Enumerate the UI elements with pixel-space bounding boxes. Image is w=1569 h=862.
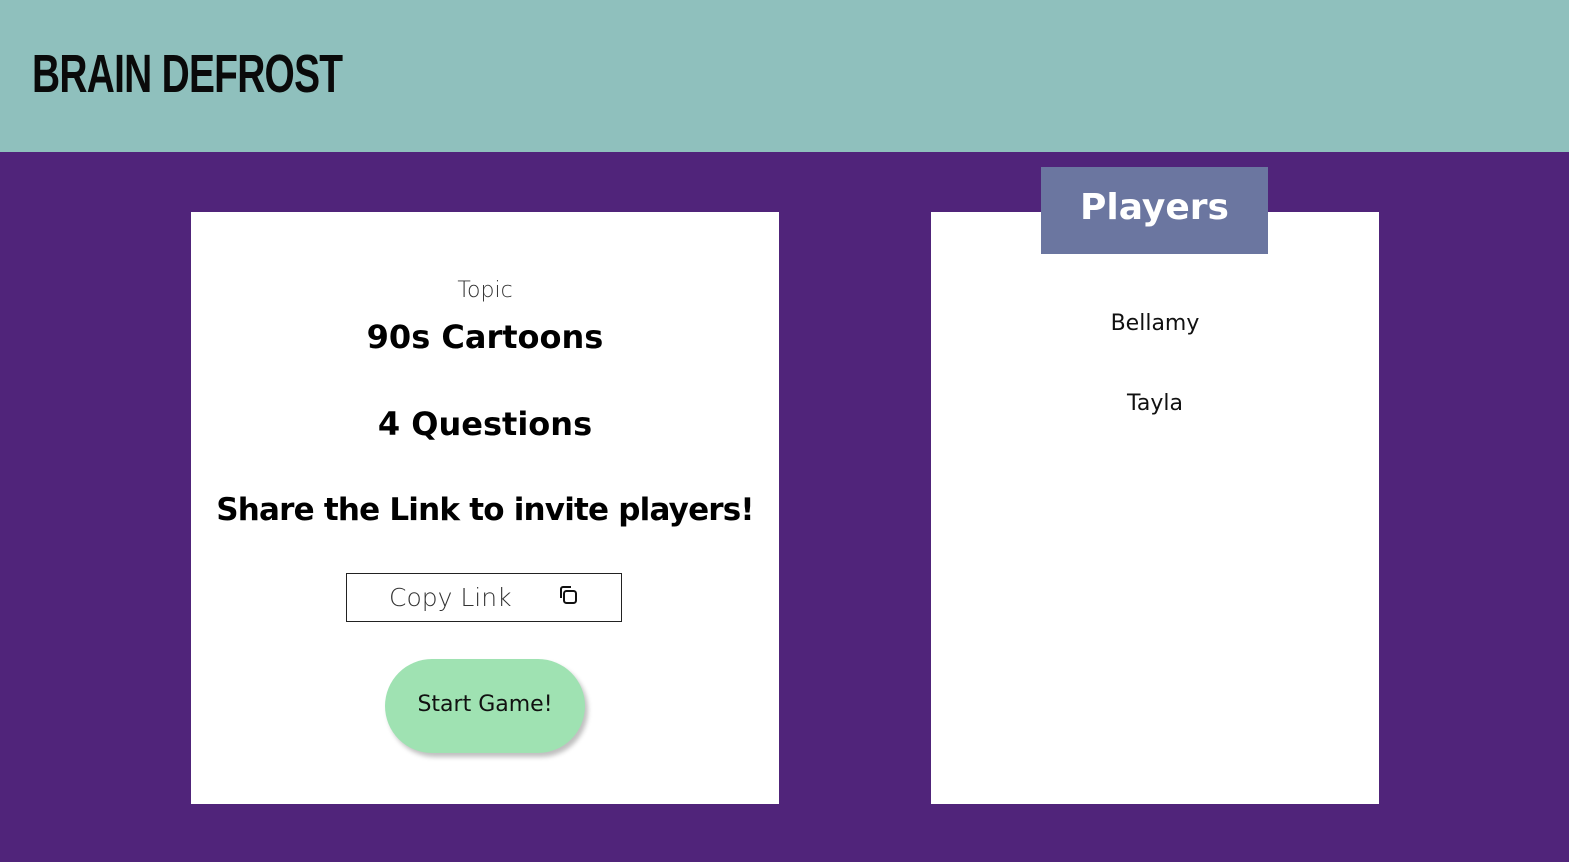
- start-game-button[interactable]: Start Game!: [385, 659, 585, 753]
- app-title: BRAIN DEFROST: [32, 44, 343, 104]
- lobby-card: Topic 90s Cartoons 4 Questions Share the…: [191, 212, 779, 804]
- players-title: Players: [1080, 187, 1229, 228]
- copy-icon: [560, 586, 577, 604]
- invite-text: Share the Link to invite players!: [216, 492, 754, 528]
- question-count: 4 Questions: [377, 405, 593, 443]
- copy-link-button[interactable]: Copy Link: [346, 573, 622, 622]
- player-item: Bellamy: [1110, 311, 1200, 336]
- topic-name: 90s Cartoons: [366, 318, 604, 356]
- player-item: Tayla: [1127, 391, 1183, 416]
- players-header: Players: [1041, 167, 1268, 254]
- start-game-label: Start Game!: [417, 692, 553, 717]
- app-header: BRAIN DEFROST: [0, 0, 1569, 152]
- copy-link-label: Copy Link: [389, 583, 512, 612]
- topic-label: Topic: [457, 278, 513, 303]
- players-card: Bellamy Tayla: [931, 212, 1379, 804]
